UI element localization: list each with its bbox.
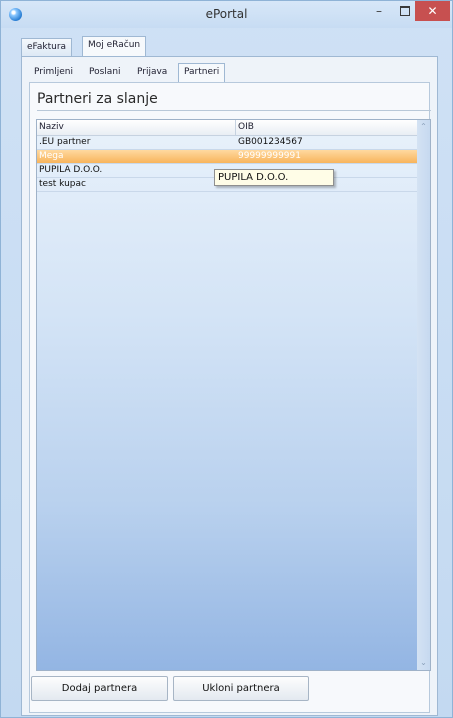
- row-tooltip: PUPILA D.O.O.: [214, 169, 334, 186]
- table-row-selected[interactable]: Mega 99999999991: [37, 150, 418, 164]
- title-bar[interactable]: ePortal – ✕: [1, 1, 452, 28]
- tab-moj-eracun[interactable]: Moj eRačun: [82, 36, 147, 56]
- cell-oib: GB001234567: [238, 137, 303, 147]
- column-header-oib[interactable]: OIB: [236, 120, 418, 135]
- column-header-naziv[interactable]: Naziv: [37, 120, 236, 135]
- scroll-down-arrow-icon[interactable]: ⌄: [417, 656, 430, 670]
- scroll-up-arrow-icon[interactable]: ⌃: [417, 120, 430, 134]
- close-button[interactable]: ✕: [415, 1, 450, 21]
- tab-poslani[interactable]: Poslani: [84, 64, 126, 82]
- vertical-scrollbar[interactable]: ⌃ ⌄: [417, 120, 430, 670]
- section-divider: [37, 110, 431, 111]
- eportal-window: ePortal – ✕ eFaktura Moj eRačun Primljen…: [0, 0, 453, 718]
- remove-partner-button[interactable]: Ukloni partnera: [173, 676, 309, 701]
- tab-partneri[interactable]: Partneri: [178, 63, 226, 83]
- minimize-button[interactable]: –: [366, 1, 392, 21]
- add-partner-button[interactable]: Dodaj partnera: [31, 676, 168, 701]
- table-row[interactable]: .EU partner GB001234567: [37, 136, 418, 150]
- tab-efaktura[interactable]: eFaktura: [21, 38, 73, 56]
- partners-grid[interactable]: Naziv OIB .EU partner GB001234567 Mega 9…: [36, 119, 431, 671]
- cell-naziv: PUPILA D.O.O.: [39, 165, 103, 175]
- section-title: Partneri za slanje: [37, 91, 158, 107]
- cell-naziv: .EU partner: [39, 137, 91, 147]
- cell-oib: 99999999991: [238, 151, 301, 161]
- tab-primljeni[interactable]: Primljeni: [29, 64, 78, 82]
- maximize-icon: [400, 6, 410, 16]
- cell-naziv: test kupac: [39, 179, 86, 189]
- grid-header: Naziv OIB: [37, 120, 418, 136]
- cell-naziv: Mega: [39, 151, 64, 161]
- tab-prijava[interactable]: Prijava: [132, 64, 172, 82]
